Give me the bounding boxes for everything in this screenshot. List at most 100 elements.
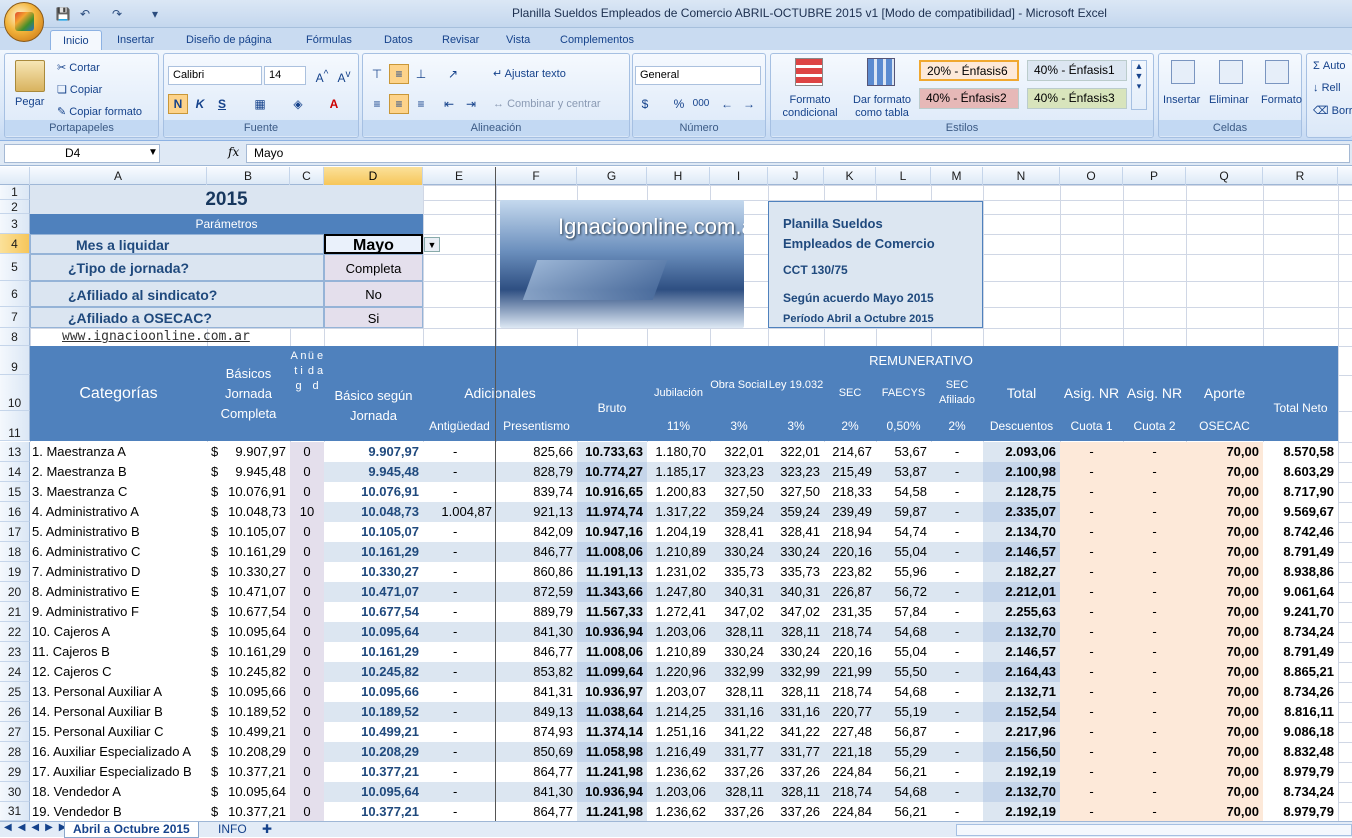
sec-afiliado-cell[interactable]: - — [931, 782, 983, 802]
param-value-7[interactable]: Si — [324, 307, 423, 328]
asig-nr-cuota1-cell[interactable]: - — [1060, 762, 1123, 782]
basico-jornada-cell[interactable]: 10.377,21 — [324, 762, 423, 782]
total-neto-cell[interactable]: 9.569,67 — [1263, 502, 1338, 522]
sec-cell[interactable]: 223,82 — [824, 562, 876, 582]
basico-cell[interactable]: 10.095,64 — [227, 622, 290, 642]
basico-jornada-cell[interactable]: 10.105,07 — [324, 522, 423, 542]
basico-cell[interactable]: 10.377,21 — [227, 802, 290, 822]
cell-style-enfasis2[interactable]: 40% - Énfasis2 — [919, 88, 1019, 109]
antiguedad-cell[interactable]: - — [423, 602, 496, 622]
aporte-osecac-cell[interactable]: 70,00 — [1186, 442, 1263, 462]
jubilacion-cell[interactable]: 1.216,49 — [647, 742, 710, 762]
antiguedad-cell[interactable]: - — [423, 702, 496, 722]
autosum-button[interactable]: Σ Auto — [1313, 60, 1346, 72]
underline-button[interactable]: S — [212, 94, 232, 114]
category-cell[interactable]: 12. Cajeros C — [30, 662, 207, 682]
sec-afiliado-cell[interactable]: - — [931, 562, 983, 582]
obra-social-cell[interactable]: 337,26 — [710, 762, 768, 782]
row-header-1[interactable]: 1 — [0, 185, 30, 200]
jubilacion-cell[interactable]: 1.220,96 — [647, 662, 710, 682]
presentismo-cell[interactable]: 860,86 — [496, 562, 577, 582]
basico-cell[interactable]: 9.945,48 — [227, 462, 290, 482]
basico-cell[interactable]: 10.161,29 — [227, 542, 290, 562]
faecys-cell[interactable]: 55,50 — [876, 662, 931, 682]
faecys-cell[interactable]: 55,96 — [876, 562, 931, 582]
asig-nr-cuota1-cell[interactable]: - — [1060, 602, 1123, 622]
jubilacion-cell[interactable]: 1.272,41 — [647, 602, 710, 622]
total-neto-cell[interactable]: 8.717,90 — [1263, 482, 1338, 502]
obra-social-cell[interactable]: 323,23 — [710, 462, 768, 482]
sec-afiliado-cell[interactable]: - — [931, 442, 983, 462]
name-box[interactable]: D4 — [4, 144, 160, 163]
column-header-d[interactable]: D — [324, 167, 423, 185]
aporte-osecac-cell[interactable]: 70,00 — [1186, 642, 1263, 662]
category-cell[interactable]: 7. Administrativo D — [30, 562, 207, 582]
total-descuentos-cell[interactable]: 2.132,70 — [983, 782, 1060, 802]
sec-cell[interactable]: 218,74 — [824, 782, 876, 802]
wrap-text-button[interactable]: ↵ Ajustar texto — [493, 67, 566, 80]
parametros-header[interactable]: Parámetros — [30, 214, 423, 234]
row-header-13[interactable]: 13 — [0, 442, 30, 462]
presentismo-cell[interactable]: 849,13 — [496, 702, 577, 722]
tab-inicio[interactable]: Inicio — [50, 30, 102, 50]
antiguedad-cell[interactable]: - — [423, 582, 496, 602]
total-neto-cell[interactable]: 8.603,29 — [1263, 462, 1338, 482]
grow-font-icon[interactable]: A^ — [312, 65, 332, 85]
antiguedad-years-cell[interactable]: 0 — [290, 782, 324, 802]
ley-cell[interactable]: 322,01 — [768, 442, 824, 462]
row-header-23[interactable]: 23 — [0, 642, 30, 662]
antiguedad-cell[interactable]: - — [423, 802, 496, 822]
office-button[interactable] — [4, 2, 44, 42]
presentismo-cell[interactable]: 872,59 — [496, 582, 577, 602]
tab-diseno[interactable]: Diseño de página — [174, 30, 284, 50]
number-format-select[interactable]: General — [635, 66, 761, 85]
antiguedad-cell[interactable]: - — [423, 622, 496, 642]
ley-cell[interactable]: 332,99 — [768, 662, 824, 682]
bruto-cell[interactable]: 11.008,06 — [577, 542, 647, 562]
antiguedad-years-cell[interactable]: 10 — [290, 502, 324, 522]
asig-nr-cuota2-cell[interactable]: - — [1123, 642, 1186, 662]
presentismo-cell[interactable]: 825,66 — [496, 442, 577, 462]
ley-cell[interactable]: 359,24 — [768, 502, 824, 522]
obra-social-cell[interactable]: 330,24 — [710, 642, 768, 662]
jubilacion-cell[interactable]: 1.214,25 — [647, 702, 710, 722]
select-all-corner[interactable] — [0, 167, 30, 185]
bruto-cell[interactable]: 11.191,13 — [577, 562, 647, 582]
mes-value-cell[interactable]: Mayo — [324, 234, 423, 254]
ley-cell[interactable]: 340,31 — [768, 582, 824, 602]
basico-jornada-cell[interactable]: 10.189,52 — [324, 702, 423, 722]
asig-nr-cuota2-cell[interactable]: - — [1123, 782, 1186, 802]
name-box-dropdown-icon[interactable]: ▼ — [148, 147, 158, 158]
row-header-18[interactable]: 18 — [0, 542, 30, 562]
total-descuentos-cell[interactable]: 2.217,96 — [983, 722, 1060, 742]
category-cell[interactable]: 14. Personal Auxiliar B — [30, 702, 207, 722]
basico-cell[interactable]: 10.095,66 — [227, 682, 290, 702]
basico-jornada-cell[interactable]: 10.330,27 — [324, 562, 423, 582]
presentismo-cell[interactable]: 889,79 — [496, 602, 577, 622]
presentismo-cell[interactable]: 842,09 — [496, 522, 577, 542]
basico-cell[interactable]: 10.189,52 — [227, 702, 290, 722]
percent-button[interactable]: % — [669, 94, 689, 114]
bruto-cell[interactable]: 11.343,66 — [577, 582, 647, 602]
basico-jornada-cell[interactable]: 10.677,54 — [324, 602, 423, 622]
basico-cell[interactable]: 10.161,29 — [227, 642, 290, 662]
italic-button[interactable]: K — [190, 94, 210, 114]
antiguedad-cell[interactable]: - — [423, 782, 496, 802]
sec-afiliado-cell[interactable]: - — [931, 542, 983, 562]
column-header-r[interactable]: R — [1263, 167, 1338, 185]
antiguedad-cell[interactable]: - — [423, 562, 496, 582]
ley-cell[interactable]: 328,11 — [768, 782, 824, 802]
format-as-table-icon[interactable] — [867, 58, 895, 86]
obra-social-cell[interactable]: 328,11 — [710, 622, 768, 642]
tab-datos[interactable]: Datos — [372, 30, 425, 50]
aporte-osecac-cell[interactable]: 70,00 — [1186, 482, 1263, 502]
column-header-j[interactable]: J — [768, 167, 824, 185]
jubilacion-cell[interactable]: 1.200,83 — [647, 482, 710, 502]
conditional-format-button[interactable]: Formato condicional — [775, 94, 845, 120]
sec-cell[interactable]: 239,49 — [824, 502, 876, 522]
presentismo-cell[interactable]: 874,93 — [496, 722, 577, 742]
cut-button[interactable]: ✂ Cortar — [57, 61, 100, 74]
sheet-tab-abril-octubre[interactable]: Abril a Octubre 2015 — [64, 822, 199, 838]
asig-nr-cuota1-cell[interactable]: - — [1060, 622, 1123, 642]
column-header-q[interactable]: Q — [1186, 167, 1263, 185]
